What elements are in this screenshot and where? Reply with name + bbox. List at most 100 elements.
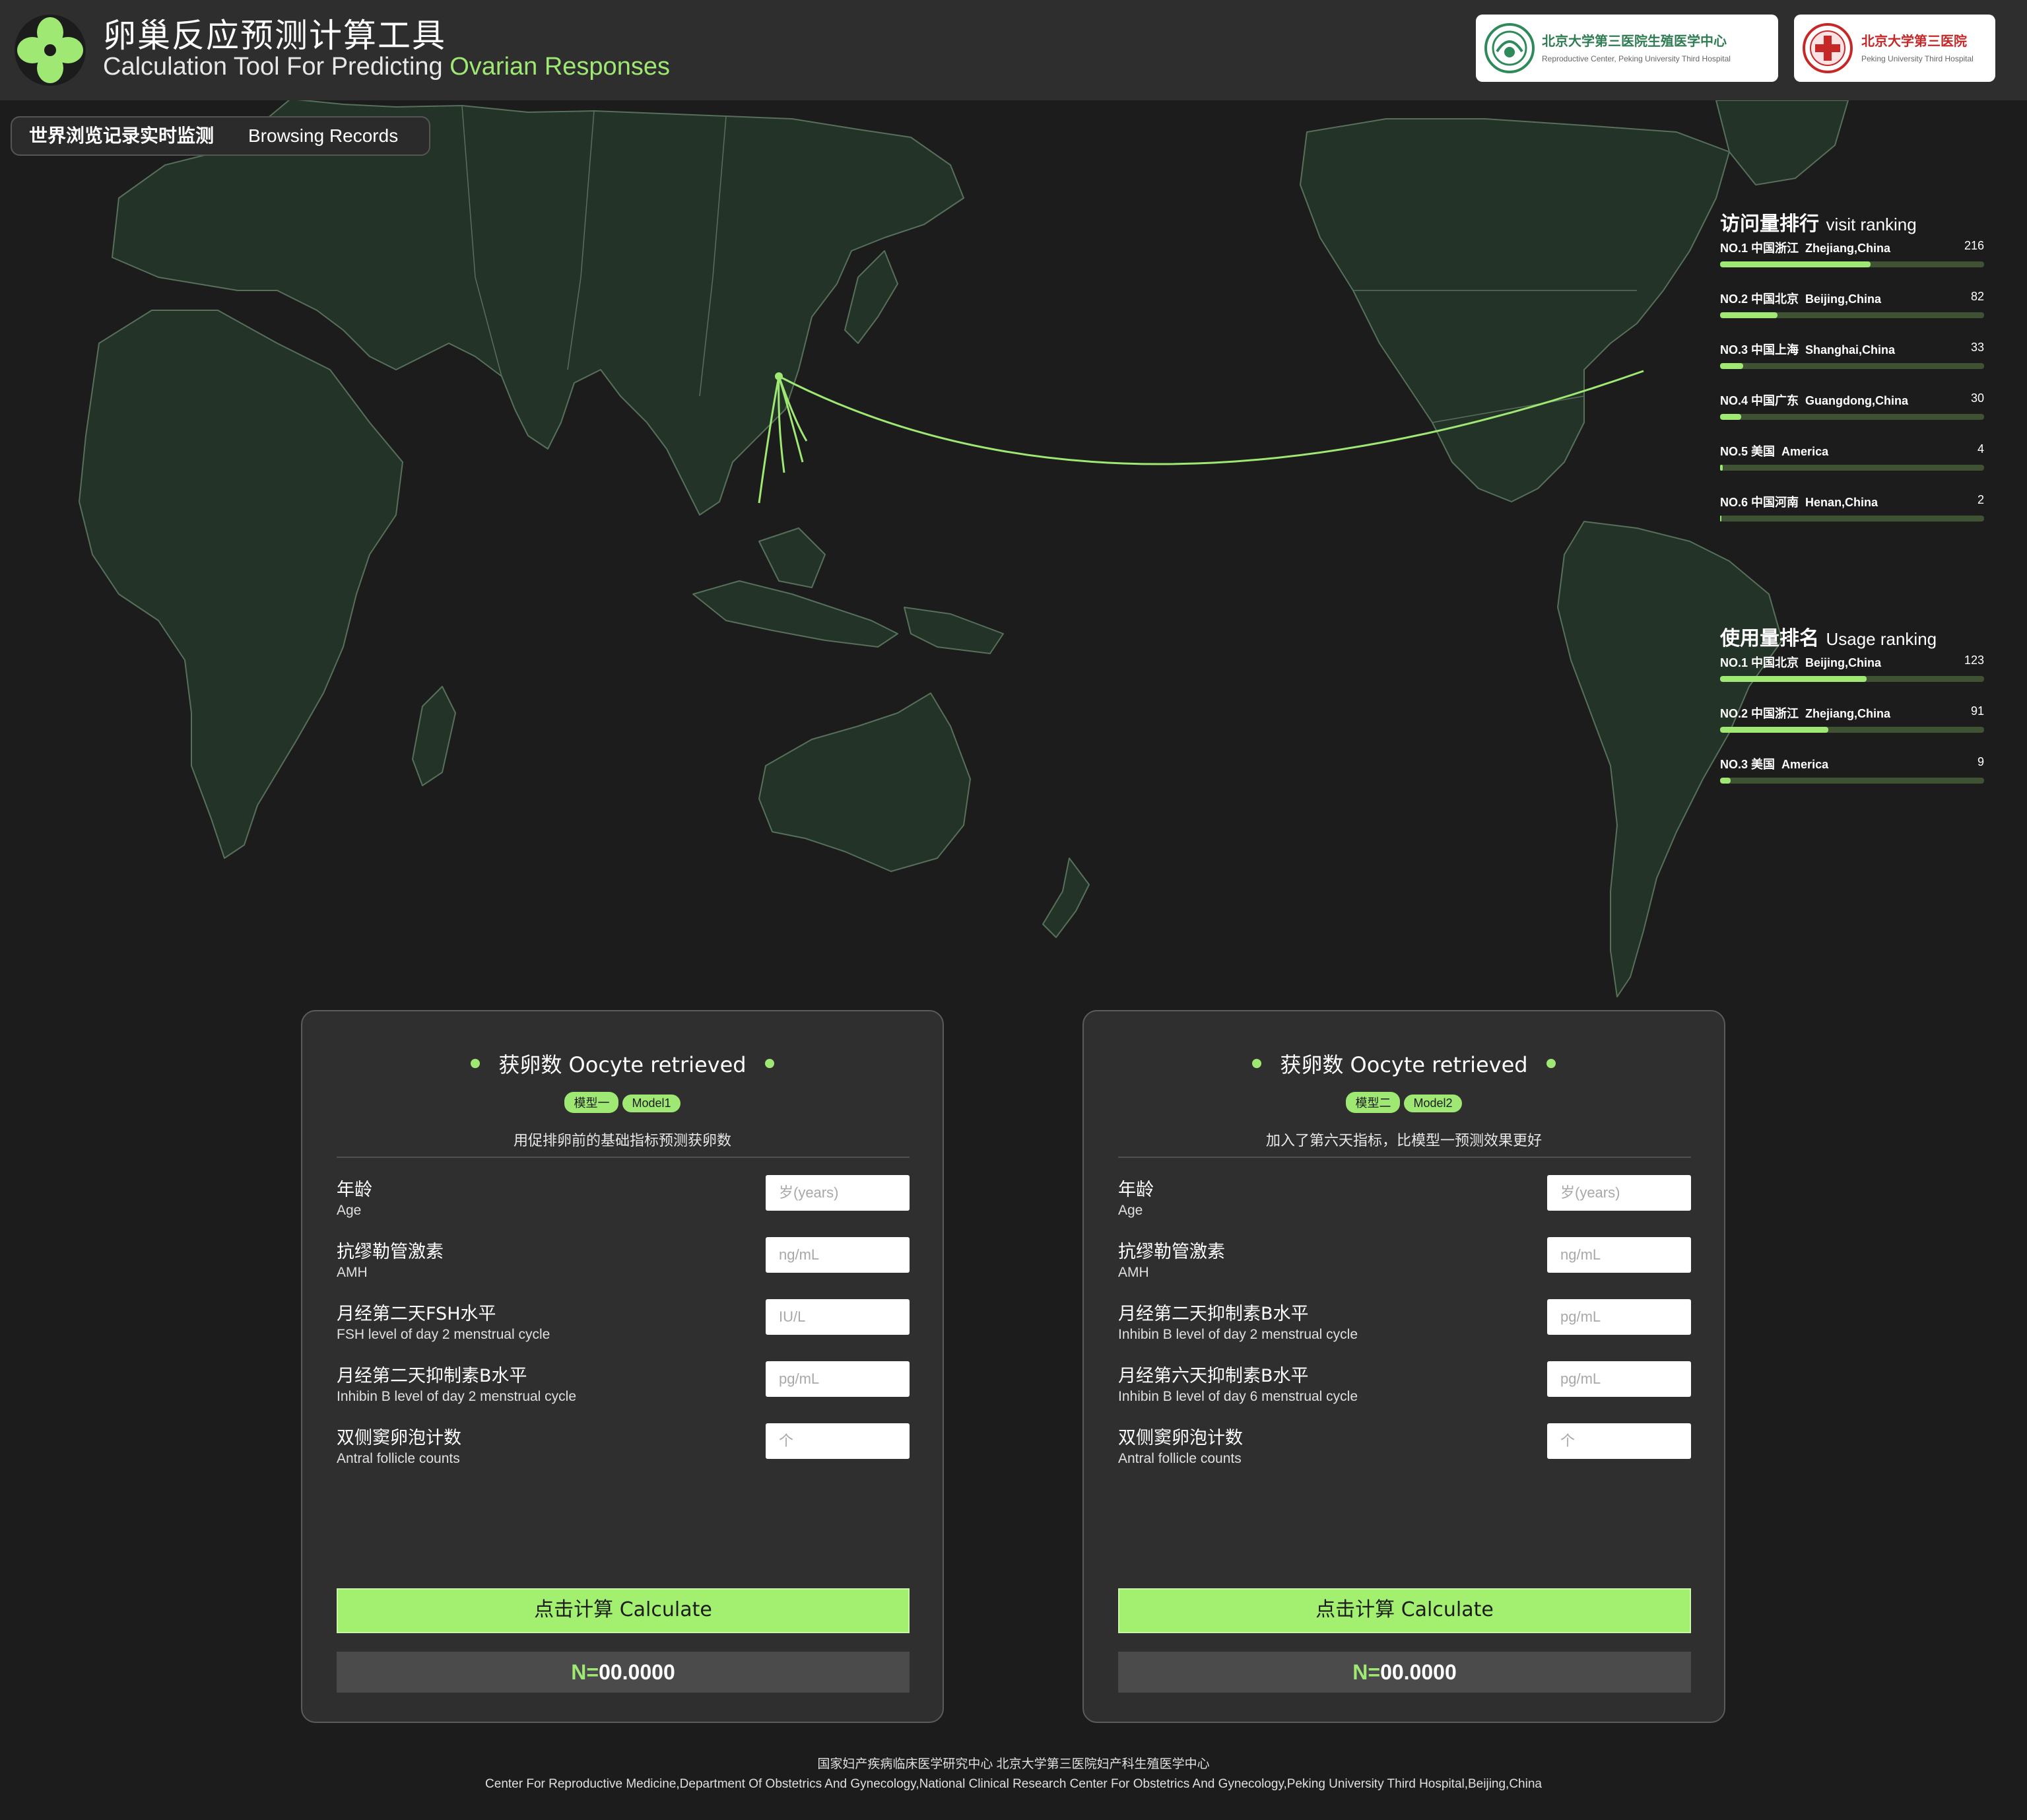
model1-result: N=00.0000 (337, 1652, 910, 1693)
visit-ranking-title: 访问量排行 visit ranking (1720, 207, 1984, 239)
model1-calculate-button[interactable]: 点击计算 Calculate (337, 1588, 910, 1633)
model1-description: 用促排卵前的基础指标预测获卵数 (513, 1133, 731, 1149)
hospital-logo[interactable]: 北京大学第三医院 Peking University Third Hospita… (1794, 15, 1995, 82)
model2-tags: 模型二 Model2 (1084, 1092, 1724, 1113)
reproductive-center-name: 北京大学第三医院生殖医学中心 (1542, 33, 1727, 49)
reproductive-center-logo[interactable]: 北京大学第三医院生殖医学中心 Reproductive Center, Peki… (1476, 15, 1778, 82)
map-madagascar (412, 686, 456, 786)
antral-follicle-label: 双侧窦卵泡计数 (1118, 1428, 1243, 1448)
antral-follicle-label-en: Antral follicle counts (1118, 1451, 1242, 1466)
usage-region-en: Beijing,China (1805, 656, 1882, 669)
visit-bar (1720, 465, 1984, 471)
usage-ranking-title-cn: 使用量排名 (1720, 627, 1819, 650)
antral-follicle-input[interactable] (1547, 1423, 1691, 1459)
model2-result: N=00.0000 (1118, 1652, 1691, 1693)
hospital-emblem-icon (1803, 23, 1853, 73)
model2-tag-cn: 模型二 (1346, 1092, 1401, 1113)
usage-region-cn: 中国北京 (1751, 656, 1799, 669)
age-input[interactable] (766, 1175, 910, 1211)
usage-bar (1720, 727, 1984, 733)
visit-region-cn: 中国河南 (1751, 496, 1799, 509)
app-subtitle-highlight: Ovarian Responses (449, 53, 670, 81)
visit-rank: NO.6 (1720, 496, 1748, 509)
visit-bar-fill (1720, 363, 1743, 369)
title-dot-icon (764, 1059, 774, 1068)
antral-follicle-input[interactable] (766, 1423, 910, 1459)
visit-bar-fill (1720, 414, 1741, 420)
divider (337, 1157, 910, 1158)
model2-title-text: 获卵数 Oocyte retrieved (1280, 1052, 1528, 1077)
map-greenland (1715, 100, 1849, 185)
app-subtitle: Calculation Tool For Predicting Ovarian … (103, 53, 670, 81)
inhibin-b-day2-label-en: Inhibin B level of day 2 menstrual cycle (1118, 1327, 1358, 1342)
map-borneo (758, 527, 826, 588)
footer-line-en: Center For Reproductive Medicine,Departm… (485, 1777, 1542, 1791)
browsing-records-tab[interactable]: 世界浏览记录实时监测 Browsing Records (11, 116, 430, 156)
amh-label-en: AMH (1118, 1265, 1149, 1280)
usage-ranking-item: NO.3 美国 America 9 (1720, 755, 1984, 806)
visit-region-en: Zhejiang,China (1805, 242, 1891, 255)
map-new-zealand (1042, 858, 1090, 938)
visit-count: 2 (1977, 493, 1984, 506)
visit-count: 30 (1970, 391, 1984, 405)
usage-count: 9 (1977, 755, 1984, 768)
reproductive-center-name-en: Reproductive Center, Peking University T… (1542, 54, 1731, 63)
visit-bar-fill (1720, 465, 1723, 471)
visit-count: 216 (1964, 239, 1984, 252)
visit-bar (1720, 516, 1984, 522)
amh-label: 抗缪勒管激素 (337, 1242, 444, 1262)
visit-rank: NO.4 (1720, 394, 1748, 407)
map-africa (79, 310, 403, 859)
model1-card-title: 获卵数 Oocyte retrieved (302, 1048, 943, 1079)
inhibin-b-day6-input[interactable] (1547, 1361, 1691, 1397)
divider (1118, 1157, 1691, 1158)
inhibin-b-day2-input[interactable] (766, 1361, 910, 1397)
age-label-en: Age (1118, 1203, 1143, 1218)
usage-region-en: Zhejiang,China (1805, 707, 1891, 720)
model2-result-label: N= (1352, 1660, 1381, 1684)
amh-input[interactable] (1547, 1237, 1691, 1273)
inhibin-b-day2-label: 月经第二天抑制素B水平 (337, 1366, 527, 1386)
clover-logo-icon (15, 15, 86, 86)
usage-bar-fill (1720, 727, 1828, 733)
age-field: 年龄 Age (337, 1175, 910, 1234)
visit-rank: NO.2 (1720, 292, 1748, 306)
amh-input[interactable] (766, 1237, 910, 1273)
fsh-day2-field: 月经第二天FSH水平 FSH level of day 2 menstrual … (337, 1299, 910, 1359)
visit-region-cn: 中国上海 (1751, 343, 1799, 356)
model2-calculate-button[interactable]: 点击计算 Calculate (1118, 1588, 1691, 1633)
model2-description: 加入了第六天指标，比模型一预测效果更好 (1265, 1133, 1542, 1149)
visit-bar (1720, 363, 1984, 369)
visit-bar (1720, 312, 1984, 318)
model1-tag-cn: 模型一 (564, 1092, 619, 1113)
model1-tag-en: Model1 (622, 1095, 681, 1112)
visit-ranking-panel: 访问量排行 visit ranking NO.1 中国浙江 Zhejiang,C… (1720, 207, 1984, 544)
visit-region-en: Henan,China (1805, 496, 1878, 509)
browsing-records-tab-label-cn: 世界浏览记录实时监测 (29, 125, 215, 147)
fsh-day2-input[interactable] (766, 1299, 910, 1335)
visit-bar (1720, 261, 1984, 267)
inhibin-b-day2-field: 月经第二天抑制素B水平 Inhibin B level of day 2 men… (1118, 1299, 1691, 1359)
visit-region-en: Guangdong,China (1805, 394, 1909, 407)
usage-region-en: America (1781, 758, 1829, 771)
map-new-guinea (904, 607, 1004, 654)
visit-rank: NO.5 (1720, 445, 1748, 458)
usage-ranking-item: NO.1 中国北京 Beijing,China 123 (1720, 654, 1984, 704)
model2-result-value: 00.0000 (1380, 1660, 1457, 1684)
visit-ranking-title-cn: 访问量排行 (1720, 213, 1819, 236)
antral-follicle-field: 双侧窦卵泡计数 Antral follicle counts (1118, 1423, 1691, 1483)
hospital-name: 北京大学第三医院 (1861, 33, 1967, 49)
visit-ranking-item: NO.6 中国河南 Henan,China 2 (1720, 493, 1984, 544)
visit-ranking-title-en: visit ranking (1826, 215, 1917, 234)
visit-ranking-item: NO.2 中国北京 Beijing,China 82 (1720, 290, 1984, 341)
inhibin-b-day2-label: 月经第二天抑制素B水平 (1118, 1304, 1309, 1324)
usage-bar (1720, 778, 1984, 784)
usage-rank: NO.1 (1720, 656, 1748, 669)
usage-bar-fill (1720, 676, 1867, 682)
inhibin-b-day2-input[interactable] (1547, 1299, 1691, 1335)
visit-bar-fill (1720, 261, 1871, 267)
age-input[interactable] (1547, 1175, 1691, 1211)
amh-label: 抗缪勒管激素 (1118, 1242, 1225, 1262)
fsh-day2-label: 月经第二天FSH水平 (337, 1304, 496, 1324)
usage-bar-fill (1720, 778, 1731, 784)
